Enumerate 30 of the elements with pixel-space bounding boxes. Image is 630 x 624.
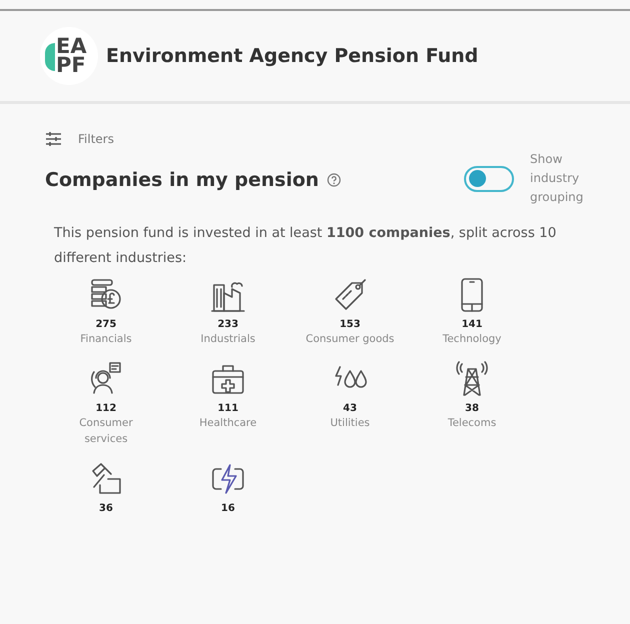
industry-label: Technology xyxy=(442,332,502,347)
company-count: 112 xyxy=(96,403,116,415)
company-count: 275 xyxy=(96,319,116,331)
company-count: 153 xyxy=(340,319,360,331)
company-count: 111 xyxy=(218,403,238,415)
charging-icon xyxy=(210,461,246,497)
filters-link[interactable]: Filters xyxy=(78,130,114,148)
section-title: Companies in my pension xyxy=(45,168,319,193)
industry-label: Healthcare xyxy=(198,416,258,431)
company-count: 43 xyxy=(343,403,357,415)
help-icon[interactable] xyxy=(326,173,341,188)
company-count: 38 xyxy=(465,403,479,415)
summary-text: This pension fund is invested in at least 1100 companies, split across 10 different industries: xyxy=(54,224,558,268)
industry-label: Consumer goods xyxy=(305,332,395,347)
company-count: 141 xyxy=(462,319,482,331)
industry-label: Industrials xyxy=(200,332,256,347)
logo-arc-icon xyxy=(45,43,55,71)
transmission-tower-icon xyxy=(454,361,490,397)
toggle-label: Show industry grouping xyxy=(530,151,584,206)
industry-label: Financials xyxy=(79,332,133,347)
industry-label: Utilities xyxy=(329,416,371,431)
company-count: 233 xyxy=(218,319,238,331)
company-count: 16 xyxy=(221,503,235,515)
industry-label: Consumer services xyxy=(78,416,134,447)
industry-label: Telecoms xyxy=(446,416,498,431)
filter-icon[interactable] xyxy=(45,132,62,146)
app-title: Environment Agency Pension Fund xyxy=(106,44,478,69)
logo-text: EA PF xyxy=(56,37,87,75)
toggle-switch[interactable] xyxy=(464,166,514,192)
company-count: 36 xyxy=(99,503,113,515)
